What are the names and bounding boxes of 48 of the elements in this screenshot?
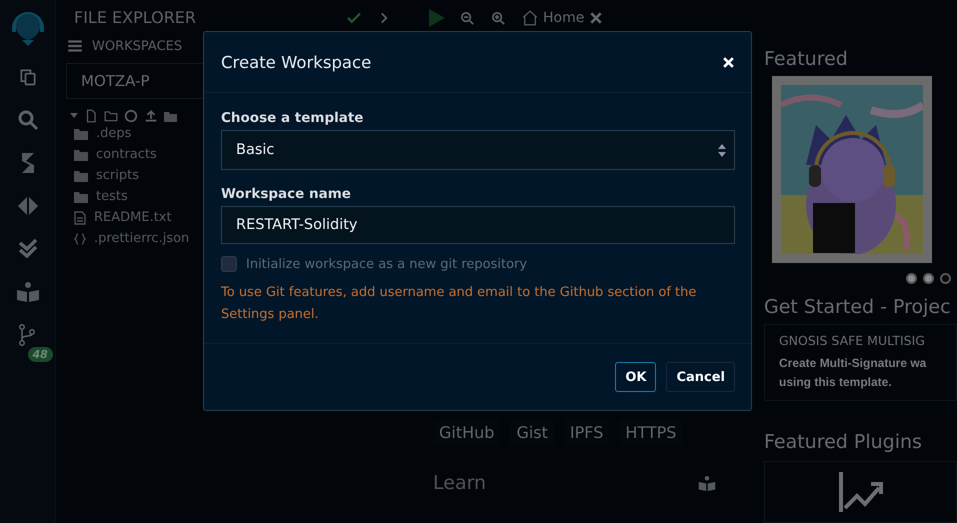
folder-upload-icon[interactable] [164, 110, 177, 122]
card-title: GNOSIS SAFE MULTISIG [779, 333, 926, 348]
carousel-dot[interactable] [923, 273, 934, 284]
section-title: Featured [764, 48, 849, 70]
cancel-button[interactable]: Cancel [666, 362, 735, 392]
folder-icon [74, 190, 88, 202]
section-title: Get Started - Projec [764, 296, 952, 318]
sort-icon [718, 144, 726, 156]
files-icon[interactable] [18, 67, 38, 87]
folder-icon [74, 148, 88, 160]
deploy-icon[interactable] [16, 194, 40, 218]
section-title: Featured Plugins [764, 431, 923, 453]
field-label: Workspace name [221, 186, 352, 202]
carousel-dot[interactable] [906, 273, 917, 284]
card-text: Create Multi-Signature wa [779, 355, 928, 372]
checkbox-label: Initialize workspace as a new git repository [246, 256, 528, 272]
book-icon[interactable] [16, 280, 40, 304]
upload-icon[interactable] [144, 109, 158, 123]
section-title: Learn [433, 472, 486, 494]
new-file-icon[interactable] [84, 109, 98, 123]
ok-button[interactable]: OK [615, 362, 656, 392]
close-icon[interactable] [588, 10, 604, 26]
close-icon [722, 56, 735, 68]
template-card[interactable]: GNOSIS SAFE MULTISIG Create Multi-Signature wa using this template. [764, 324, 957, 401]
change-count-badge: 48 [28, 347, 53, 362]
file-icon [74, 210, 86, 224]
book-icon [698, 474, 716, 492]
workspace-name-input[interactable]: RESTART-Solidity [221, 206, 735, 244]
workspaces-label: WORKSPACES [92, 38, 182, 54]
home-tab[interactable]: Home [521, 9, 604, 27]
carousel-dot[interactable] [940, 273, 951, 284]
zoom-out-icon[interactable] [459, 10, 476, 26]
caret-icon[interactable] [70, 113, 78, 119]
zoom-in-icon[interactable] [490, 10, 507, 26]
card-text: using this template. [779, 374, 893, 391]
new-folder-icon[interactable] [104, 109, 118, 123]
template-select[interactable]: Basic [221, 130, 735, 170]
warning-text: To use Git features, add username and email to the Github section of the Settings panel. [221, 284, 698, 324]
braces-icon [74, 232, 86, 244]
close-button[interactable] [722, 56, 735, 68]
chart-line-icon [836, 472, 884, 512]
folder-icon [74, 170, 88, 182]
search-icon[interactable] [16, 108, 40, 132]
panel-title: FILE EXPLORER [73, 7, 198, 29]
plugin-card[interactable] [764, 461, 957, 523]
field-label: Choose a template [221, 110, 364, 126]
folder-icon [74, 128, 88, 140]
home-icon [521, 9, 539, 27]
